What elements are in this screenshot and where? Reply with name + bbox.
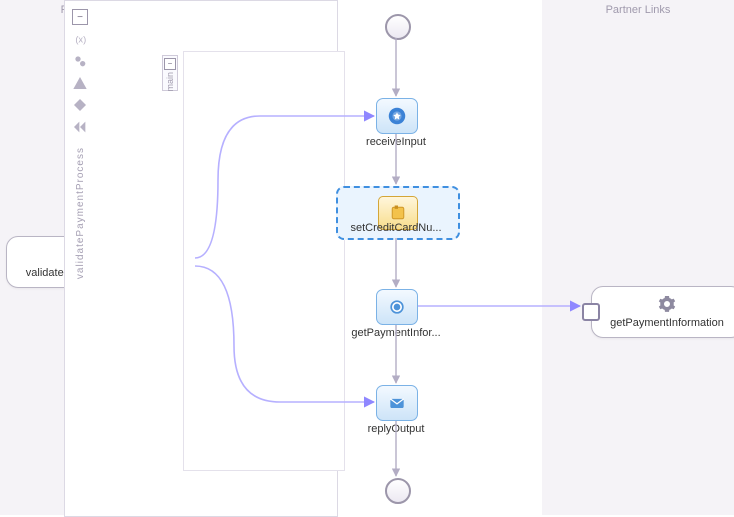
process-scope[interactable]: − (x) validatePaymentProcess − main	[64, 0, 338, 517]
reply-icon	[377, 386, 417, 420]
end-node[interactable]	[385, 478, 411, 504]
scope-name-label: validatePaymentProcess	[75, 147, 86, 279]
collapse-icon[interactable]: −	[72, 9, 88, 25]
sequence-tab[interactable]: − main	[162, 55, 178, 91]
getpaymentinformation-activity[interactable]	[376, 289, 418, 325]
compensation-icon[interactable]	[72, 119, 88, 135]
receive-icon	[377, 99, 417, 133]
partner-link-getpaymentinformation-port[interactable]	[582, 303, 600, 321]
scope-toolbar: − (x) validatePaymentProcess	[71, 9, 89, 279]
start-node[interactable]	[385, 14, 411, 40]
getpaymentinformation-label: getPaymentInfor...	[316, 327, 476, 339]
reply-output-activity[interactable]	[376, 385, 418, 421]
partner-link-getpaymentinformation[interactable]: getPaymentInformation	[591, 286, 734, 338]
bpel-canvas[interactable]: Partner Links Partner Links validatepaym…	[0, 0, 734, 515]
partner-links-right-title: Partner Links	[542, 0, 734, 20]
variables-icon[interactable]: (x)	[72, 31, 88, 47]
receive-input-label: receiveInput	[316, 136, 476, 148]
partner-links-right-column: Partner Links	[541, 0, 734, 515]
invoke-icon	[377, 290, 417, 324]
event-handler-icon[interactable]	[72, 97, 88, 113]
collapse-icon[interactable]: −	[164, 58, 176, 70]
fault-handler-icon[interactable]	[72, 75, 88, 91]
svg-text:(x): (x)	[75, 34, 86, 44]
correlation-icon[interactable]	[72, 53, 88, 69]
receive-input-activity[interactable]	[376, 98, 418, 134]
reply-output-label: replyOutput	[316, 423, 476, 435]
setcreditcardnumber-label: setCreditCardNu...	[316, 222, 476, 234]
partner-link-getpaymentinformation-label: getPaymentInformation	[604, 317, 730, 329]
main-sequence[interactable]: − main	[183, 51, 345, 471]
gear-icon	[658, 295, 676, 313]
sequence-name-label: main	[165, 72, 175, 92]
